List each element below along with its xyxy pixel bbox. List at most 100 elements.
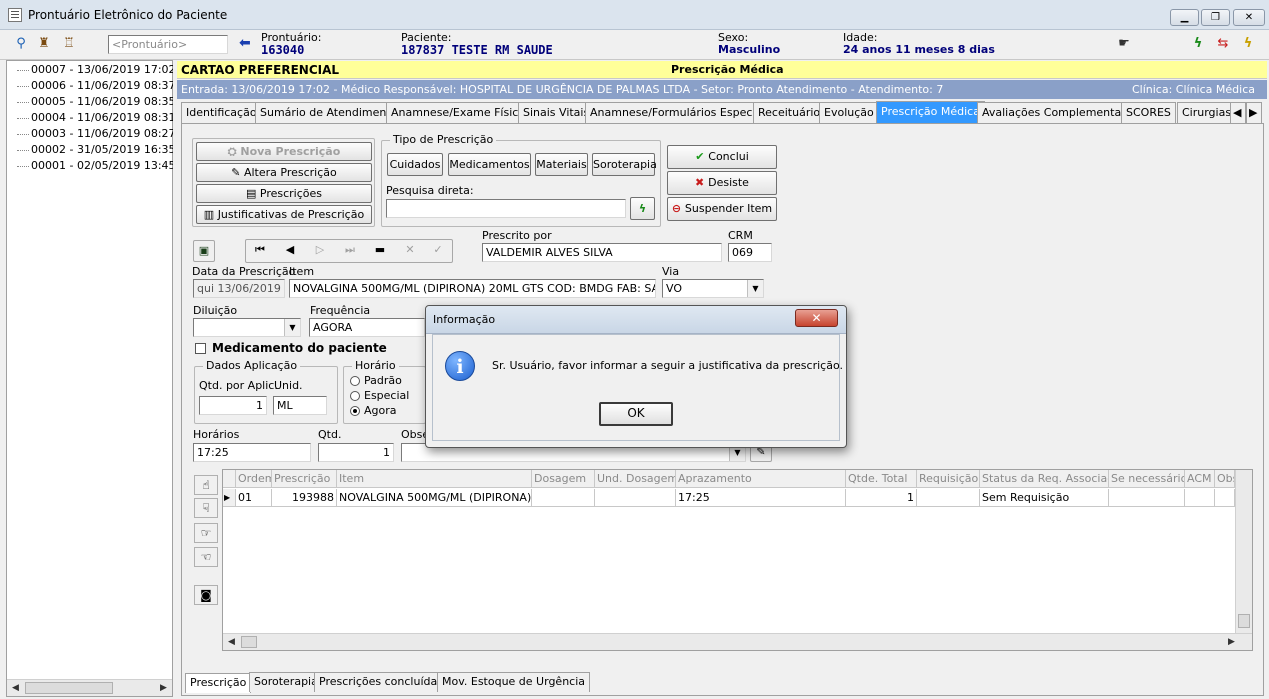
altera-prescricao-button[interactable]: ✎ Altera Prescrição: [196, 163, 372, 182]
grid-header[interactable]: Status da Req. Associada: [980, 470, 1109, 488]
last-record-icon[interactable]: ⏭: [337, 241, 363, 261]
grid-header[interactable]: Ordem: [236, 470, 272, 488]
soroterapia-button[interactable]: Soroterapia: [592, 153, 657, 176]
radio-padrao[interactable]: Padrão: [350, 374, 402, 387]
tab-evolucao[interactable]: Evolução: [819, 102, 879, 124]
pesquisa-lightning-icon[interactable]: ϟ: [630, 197, 655, 220]
via-select[interactable]: VO ▼: [662, 279, 764, 298]
tab-identificacao[interactable]: Identificação: [181, 102, 262, 124]
post-record-icon[interactable]: ✓: [425, 241, 451, 261]
radio-circle[interactable]: [350, 406, 360, 416]
scroll-right-icon[interactable]: ▶: [155, 680, 172, 697]
item-field[interactable]: NOVALGINA 500MG/ML (DIPIRONA) 20ML GTS C…: [289, 279, 656, 298]
tab-mov-estoque[interactable]: Mov. Estoque de Urgência: [437, 672, 591, 692]
tab-soroterapia[interactable]: Soroterapia: [249, 672, 323, 692]
chevron-down-icon[interactable]: ▼: [747, 280, 763, 297]
tree-item[interactable]: 00006 - 11/06/2019 08:37 - E: [17, 79, 173, 92]
table-cell[interactable]: Sem Requisição: [980, 489, 1109, 507]
tree-item[interactable]: 00002 - 31/05/2019 16:35 - E: [17, 143, 173, 156]
pointer-hand-icon[interactable]: ☛: [1113, 34, 1135, 54]
table-cell[interactable]: 193988: [272, 489, 337, 507]
tree-horizontal-scrollbar[interactable]: ◀ ▶: [7, 679, 172, 696]
scroll-left-icon[interactable]: ◀: [7, 680, 24, 697]
prior-record-icon[interactable]: ◀: [277, 241, 303, 261]
cancel-record-icon[interactable]: ✕: [397, 241, 423, 261]
scroll-thumb[interactable]: [1238, 614, 1250, 628]
grid-vertical-scrollbar[interactable]: [1235, 470, 1252, 633]
next-record-icon[interactable]: ▷: [307, 241, 333, 261]
prescricoes-button[interactable]: ▤ Prescrições: [196, 184, 372, 203]
grid-header[interactable]: ACM: [1185, 470, 1215, 488]
tab-scores[interactable]: SCORES: [1121, 102, 1176, 124]
ok-button[interactable]: OK: [599, 402, 673, 426]
scroll-thumb[interactable]: [25, 682, 113, 694]
tab-receituario[interactable]: Receituário: [753, 102, 826, 124]
lightning-yellow-icon[interactable]: ϟ: [1237, 34, 1259, 54]
hand-left-icon[interactable]: ☜: [194, 547, 218, 567]
first-record-icon[interactable]: ⏮: [247, 241, 273, 261]
restore-button[interactable]: ❐: [1201, 9, 1230, 26]
table-cell[interactable]: 01: [236, 489, 272, 507]
cuidados-button[interactable]: Cuidados: [387, 153, 443, 176]
hand-down-icon[interactable]: ☟: [194, 498, 218, 518]
tab-prescricoes-concluidas[interactable]: Prescrições concluídas: [314, 672, 448, 692]
tree-item[interactable]: 00005 - 11/06/2019 08:35 - E: [17, 95, 173, 108]
radio-circle[interactable]: [350, 391, 360, 401]
grid-header[interactable]: Qtde. Total: [846, 470, 917, 488]
grid-header[interactable]: Dosagem: [532, 470, 595, 488]
grid-header[interactable]: Aprazamento: [676, 470, 846, 488]
suspender-button[interactable]: ⊖ Suspender Item: [667, 197, 777, 221]
desiste-button[interactable]: ✖ Desiste: [667, 171, 777, 195]
scroll-thumb[interactable]: [241, 636, 257, 648]
table-cell[interactable]: 1: [846, 489, 917, 507]
table-cell[interactable]: [1215, 489, 1235, 507]
tab-prescricao-medica[interactable]: Prescrição Médica: [876, 101, 985, 124]
tabs-scroll-right-icon[interactable]: ▶: [1246, 102, 1262, 124]
prescrito-field[interactable]: VALDEMIR ALVES SILVA: [482, 243, 722, 262]
lightning-green-icon[interactable]: ϟ: [1187, 34, 1209, 54]
tab-anamnese[interactable]: Anamnese/Exame Físico: [386, 102, 531, 124]
delete-record-icon[interactable]: ▬: [367, 241, 393, 261]
grid-header[interactable]: Obs: [1215, 470, 1235, 488]
grid-header[interactable]: Requisição: [917, 470, 980, 488]
checkbox-box[interactable]: [195, 343, 206, 354]
frequencia-field[interactable]: AGORA: [309, 318, 425, 337]
table-cell[interactable]: [917, 489, 980, 507]
scroll-right-icon[interactable]: ▶: [1223, 634, 1240, 651]
dialog-close-button[interactable]: ✕: [795, 309, 838, 327]
radio-especial[interactable]: Especial: [350, 389, 409, 402]
tree-item[interactable]: 00001 - 02/05/2019 13:45 - E: [17, 159, 173, 172]
nova-prescricao-button[interactable]: ⛭ Nova Prescrição: [196, 142, 372, 161]
materiais-button[interactable]: Materiais: [535, 153, 588, 176]
table-cell[interactable]: NOVALGINA 500MG/ML (DIPIRONA) 2: [337, 489, 532, 507]
camera-icon[interactable]: ◙: [194, 585, 218, 605]
justificativas-button[interactable]: ▥ Justificativas de Prescrição: [196, 205, 372, 224]
tab-prescricao[interactable]: Prescrição: [185, 673, 252, 693]
radio-circle[interactable]: [350, 376, 360, 386]
tree-item[interactable]: 00003 - 11/06/2019 08:27 - E: [17, 127, 173, 140]
tree-item[interactable]: 00004 - 11/06/2019 08:31 - E: [17, 111, 173, 124]
minimize-button[interactable]: ▁: [1170, 9, 1199, 26]
horarios-field[interactable]: 17:25: [193, 443, 311, 462]
prontuario-input[interactable]: <Prontuário>: [108, 35, 228, 54]
tab-cirurgias[interactable]: Cirurgias: [1177, 102, 1237, 124]
tabs-scroll-left-icon[interactable]: ◀: [1230, 102, 1246, 124]
table-cell[interactable]: [1185, 489, 1215, 507]
radio-agora[interactable]: Agora: [350, 404, 397, 417]
table-cell[interactable]: [1109, 489, 1185, 507]
qtd-aplic-field[interactable]: 1: [199, 396, 267, 415]
diluicao-select[interactable]: ▼: [193, 318, 301, 337]
grid-horizontal-scrollbar[interactable]: ◀ ▶: [223, 633, 1252, 650]
grid-header[interactable]: Se necessário: [1109, 470, 1185, 488]
patients-icon[interactable]: ♜: [33, 34, 55, 54]
table-cell[interactable]: [595, 489, 676, 507]
search-patient-icon[interactable]: ⚲: [10, 34, 32, 54]
tab-formularios[interactable]: Anamnese/Formulários Especiais: [585, 102, 776, 124]
qtd-field[interactable]: 1: [318, 443, 394, 462]
hand-right-icon[interactable]: ☞: [194, 523, 218, 543]
conclui-button[interactable]: ✔ Conclui: [667, 145, 777, 169]
pesquisa-input[interactable]: [386, 199, 626, 218]
tab-avaliacoes[interactable]: Avaliações Complementares: [977, 102, 1143, 124]
tree-item[interactable]: 00007 - 13/06/2019 17:02 - E: [17, 63, 173, 76]
scroll-left-icon[interactable]: ◀: [223, 634, 240, 651]
